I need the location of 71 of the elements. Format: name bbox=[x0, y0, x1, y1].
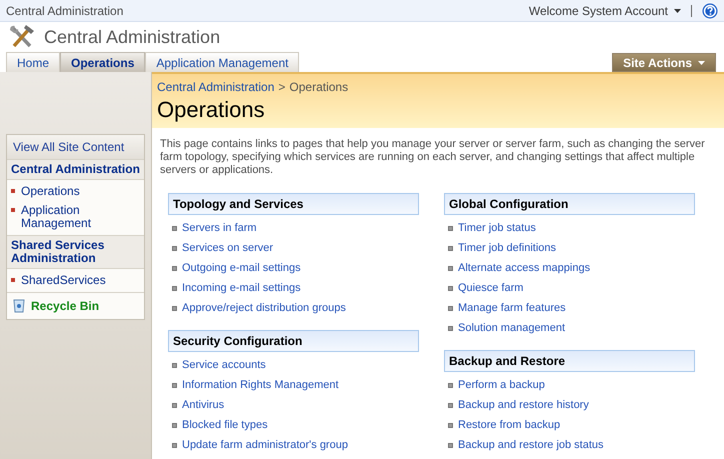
link[interactable]: Approve/reject distribution groups bbox=[182, 300, 346, 317]
link[interactable]: Outgoing e-mail settings bbox=[182, 260, 301, 277]
link[interactable]: Quiesce farm bbox=[458, 280, 524, 297]
bullet-icon bbox=[448, 443, 453, 448]
link[interactable]: Information Rights Management bbox=[182, 377, 339, 394]
link[interactable]: Services on server bbox=[182, 240, 274, 257]
link[interactable]: Backup and restore job status bbox=[458, 437, 604, 454]
bullet-icon bbox=[448, 286, 453, 291]
link[interactable]: Service accounts bbox=[182, 357, 266, 374]
bullet-icon bbox=[172, 226, 177, 231]
bullet-icon bbox=[448, 306, 453, 311]
link[interactable]: Incoming e-mail settings bbox=[182, 280, 301, 297]
site-title: Central Administration bbox=[6, 2, 124, 20]
bullet-icon bbox=[448, 383, 453, 388]
bullet-icon bbox=[11, 278, 15, 282]
bullet-icon bbox=[448, 403, 453, 408]
dropdown-arrow-icon bbox=[674, 8, 681, 12]
tools-icon bbox=[8, 24, 36, 50]
bullet-icon bbox=[172, 363, 177, 368]
link[interactable]: Restore from backup bbox=[458, 417, 560, 434]
bullet-icon bbox=[448, 266, 453, 271]
breadcrumb-link[interactable]: Central Administration bbox=[157, 78, 274, 96]
section-heading: Backup and Restore bbox=[444, 350, 695, 372]
bullet-icon bbox=[448, 226, 453, 231]
link[interactable]: Blocked file types bbox=[182, 417, 268, 434]
section-heading: Security Configuration bbox=[168, 330, 419, 352]
bullet-icon bbox=[172, 246, 177, 251]
bullet-icon bbox=[11, 189, 15, 193]
bullet-icon bbox=[172, 286, 177, 291]
link[interactable]: Perform a backup bbox=[458, 377, 545, 394]
site-heading: Central Administration bbox=[44, 26, 220, 48]
nav-link[interactable]: SharedServices bbox=[21, 274, 106, 287]
bullet-icon bbox=[172, 266, 177, 271]
nav-link[interactable]: Application Management bbox=[21, 204, 140, 230]
page-title: Operations bbox=[157, 96, 266, 124]
breadcrumb-separator: > bbox=[278, 79, 286, 96]
nav-link[interactable]: Operations bbox=[21, 185, 80, 198]
dropdown-arrow-icon bbox=[698, 60, 705, 64]
bullet-icon bbox=[172, 403, 177, 408]
link[interactable]: Manage farm features bbox=[458, 300, 566, 317]
bullet-icon bbox=[11, 208, 15, 212]
bullet-icon bbox=[448, 246, 453, 251]
bullet-icon bbox=[448, 423, 453, 428]
bullet-icon bbox=[448, 326, 453, 331]
site-actions-button[interactable]: Site Actions bbox=[612, 53, 716, 72]
link[interactable]: Alternate access mappings bbox=[458, 260, 590, 277]
link[interactable]: Servers in farm bbox=[182, 220, 257, 237]
recycle-bin-icon bbox=[13, 299, 25, 313]
link[interactable]: Antivirus bbox=[182, 397, 224, 414]
recycle-bin-link[interactable]: Recycle Bin bbox=[31, 297, 100, 315]
nav-tab[interactable]: Application Management bbox=[145, 52, 300, 72]
link[interactable]: Solution management bbox=[458, 320, 566, 337]
link[interactable]: Backup and restore history bbox=[458, 397, 589, 414]
nav-heading[interactable]: Central Administration bbox=[7, 160, 144, 180]
section-heading: Topology and Services bbox=[168, 193, 419, 215]
breadcrumb-current: Operations bbox=[289, 79, 348, 96]
nav-tab[interactable]: Home bbox=[6, 52, 60, 72]
link[interactable]: Timer job status bbox=[458, 220, 536, 237]
view-all-link[interactable]: View All Site Content bbox=[7, 135, 144, 160]
help-icon[interactable] bbox=[702, 2, 718, 18]
section-heading: Global Configuration bbox=[444, 193, 695, 215]
bullet-icon bbox=[172, 306, 177, 311]
nav-tab[interactable]: Operations bbox=[60, 52, 146, 72]
bullet-icon bbox=[172, 383, 177, 388]
link[interactable]: Update farm administrator's group bbox=[182, 437, 348, 454]
nav-heading[interactable]: Shared Services Administration bbox=[7, 236, 144, 269]
user-menu[interactable]: Welcome System Account bbox=[528, 2, 681, 20]
link[interactable]: Timer job definitions bbox=[458, 240, 556, 257]
bullet-icon bbox=[172, 443, 177, 448]
page-description: This page contains links to pages that help you manage your server or server farm, such as changing the server farm topology, specifying which services are running on each server, and changing settings that affect multiple servers or applications. bbox=[160, 138, 706, 177]
bullet-icon bbox=[172, 423, 177, 428]
